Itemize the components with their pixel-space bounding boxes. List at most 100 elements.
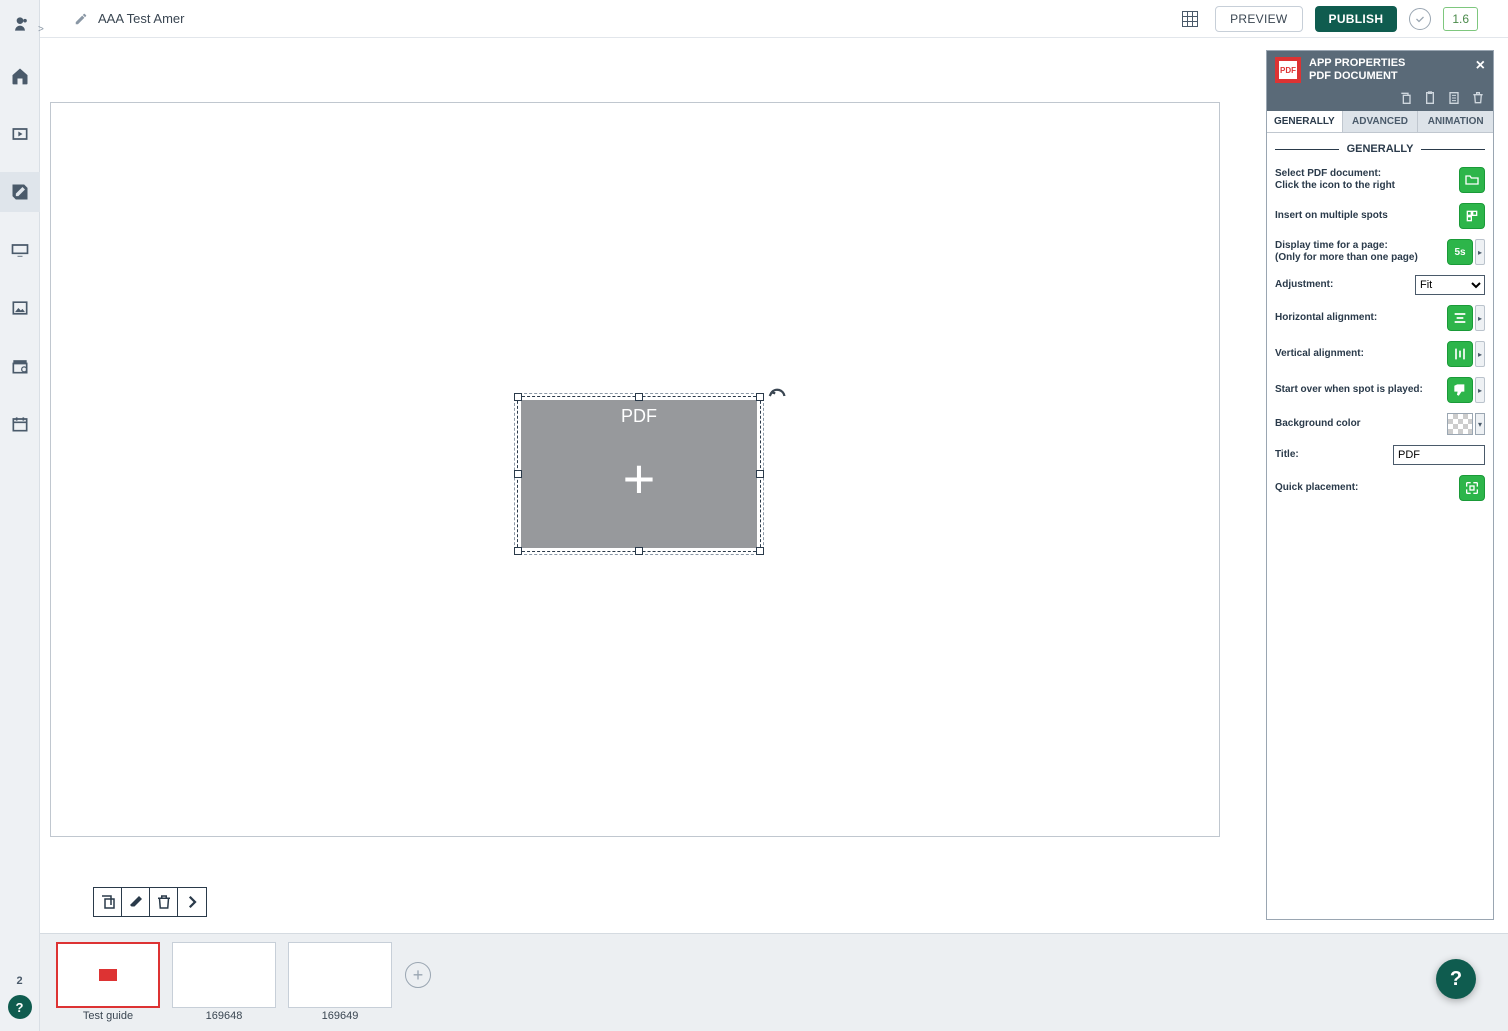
chevron-right-icon bbox=[183, 893, 201, 911]
nav-user-settings[interactable] bbox=[0, 10, 40, 38]
tab-advanced[interactable]: ADVANCED bbox=[1343, 111, 1419, 132]
nav-calendar[interactable] bbox=[0, 404, 40, 444]
clipboard-button[interactable] bbox=[1445, 89, 1463, 107]
properties-title: APP PROPERTIES bbox=[1309, 57, 1405, 70]
resize-handle-bl[interactable] bbox=[514, 547, 522, 555]
display-time-button[interactable]: 5s bbox=[1447, 239, 1473, 265]
nav-screens[interactable] bbox=[0, 230, 40, 270]
nav-images[interactable] bbox=[0, 288, 40, 328]
section-title: GENERALLY bbox=[1275, 143, 1485, 155]
align-center-h-icon bbox=[1452, 310, 1468, 326]
plus-circle-icon: + bbox=[405, 962, 431, 988]
display-time-dropdown[interactable]: ▸ bbox=[1475, 239, 1485, 265]
start-over-toggle[interactable] bbox=[1447, 377, 1473, 403]
h-align-dropdown[interactable]: ▸ bbox=[1475, 305, 1485, 331]
spots-strip: Test guide 169648 169649 + bbox=[40, 933, 1508, 1031]
title-input[interactable] bbox=[1393, 445, 1485, 465]
resize-handle-tr[interactable] bbox=[756, 393, 764, 401]
paste-icon bbox=[1422, 90, 1438, 106]
trash-small-button[interactable] bbox=[1469, 89, 1487, 107]
start-over-dropdown[interactable]: ▸ bbox=[1475, 377, 1485, 403]
copy-button[interactable] bbox=[1397, 89, 1415, 107]
bg-color-swatch[interactable] bbox=[1447, 413, 1473, 435]
trash-icon bbox=[155, 893, 173, 911]
grid-icon bbox=[1180, 9, 1200, 29]
properties-iconbar bbox=[1267, 87, 1493, 111]
nav-home[interactable] bbox=[0, 56, 40, 96]
properties-panel: PDF APP PROPERTIES PDF DOCUMENT × GENERA… bbox=[1266, 50, 1494, 920]
pdf-element-label: PDF bbox=[621, 406, 657, 427]
topbar: AAA Test Amer PREVIEW PUBLISH 1.6 bbox=[40, 0, 1508, 38]
publish-button[interactable]: PUBLISH bbox=[1315, 6, 1398, 32]
tab-animation[interactable]: ANIMATION bbox=[1418, 111, 1493, 132]
spot-label: 169648 bbox=[206, 1010, 243, 1022]
version-indicator[interactable]: 1.6 bbox=[1443, 7, 1478, 31]
nav-editor[interactable] bbox=[0, 172, 40, 212]
pencil-icon bbox=[74, 12, 88, 26]
quick-placement-button[interactable] bbox=[1459, 475, 1485, 501]
h-align-button[interactable] bbox=[1447, 305, 1473, 331]
duplicate-icon bbox=[99, 893, 117, 911]
select-pdf-button[interactable] bbox=[1459, 167, 1485, 193]
h-align-label: Horizontal alignment: bbox=[1275, 312, 1441, 324]
fullscreen-icon bbox=[1464, 480, 1480, 496]
v-align-button[interactable] bbox=[1447, 341, 1473, 367]
canvas[interactable]: PDF + bbox=[50, 102, 1220, 837]
sidebar-help-button[interactable]: ? bbox=[8, 995, 32, 1019]
main-area: AAA Test Amer PREVIEW PUBLISH 1.6 bbox=[40, 0, 1508, 1031]
bg-color-label: Background color bbox=[1275, 418, 1441, 430]
tab-generally[interactable]: GENERALLY bbox=[1267, 111, 1343, 132]
spot-thumbnail-2[interactable]: 169648 bbox=[172, 942, 276, 1022]
sidebar-badge: 2 bbox=[16, 975, 22, 987]
rotate-icon bbox=[767, 385, 789, 407]
spot-thumbnail-3[interactable]: 169649 bbox=[288, 942, 392, 1022]
pdf-element[interactable]: PDF + bbox=[521, 400, 757, 548]
approve-button[interactable] bbox=[1409, 8, 1431, 30]
v-align-label: Vertical alignment: bbox=[1275, 348, 1441, 360]
align-center-v-icon bbox=[1452, 346, 1468, 362]
resize-handle-mr[interactable] bbox=[756, 470, 764, 478]
trash-small-icon bbox=[1470, 90, 1486, 106]
help-fab-button[interactable]: ? bbox=[1436, 959, 1476, 999]
tab-advanced-label: ADVANCED bbox=[1352, 116, 1408, 127]
bg-color-dropdown[interactable]: ▾ bbox=[1475, 413, 1485, 435]
display-time-value: 5s bbox=[1454, 247, 1465, 258]
resize-handle-bm[interactable] bbox=[635, 547, 643, 555]
canvas-mini-toolbar bbox=[93, 887, 207, 917]
rotate-handle[interactable] bbox=[767, 385, 789, 407]
pdf-app-icon: PDF bbox=[1275, 57, 1301, 83]
title-label: Title: bbox=[1275, 449, 1387, 461]
adjustment-label: Adjustment: bbox=[1275, 279, 1409, 291]
adjustment-select[interactable]: Fit bbox=[1415, 275, 1485, 295]
erase-button[interactable] bbox=[122, 888, 150, 916]
multi-spots-icon bbox=[1464, 208, 1480, 224]
grid-toggle-button[interactable] bbox=[1177, 6, 1203, 32]
insert-multi-button[interactable] bbox=[1459, 203, 1485, 229]
sidebar-left: > 2 ? bbox=[0, 0, 40, 1031]
folder-open-icon bbox=[1464, 172, 1480, 188]
paste-button[interactable] bbox=[1421, 89, 1439, 107]
display-time-label: Display time for a page: (Only for more … bbox=[1275, 240, 1441, 264]
properties-header: PDF APP PROPERTIES PDF DOCUMENT × bbox=[1267, 51, 1493, 87]
section-title-label: GENERALLY bbox=[1347, 143, 1414, 155]
check-icon bbox=[1414, 13, 1426, 25]
properties-body: GENERALLY Select PDF document: Click the… bbox=[1267, 133, 1493, 919]
nav-media[interactable] bbox=[0, 114, 40, 154]
resize-handle-br[interactable] bbox=[756, 547, 764, 555]
quick-placement-label: Quick placement: bbox=[1275, 482, 1453, 494]
close-button[interactable]: × bbox=[1476, 57, 1485, 75]
delete-button[interactable] bbox=[150, 888, 178, 916]
copy-icon bbox=[1398, 90, 1414, 106]
doc-title-wrap[interactable]: AAA Test Amer bbox=[74, 11, 184, 26]
duplicate-button[interactable] bbox=[94, 888, 122, 916]
preview-button[interactable]: PREVIEW bbox=[1215, 6, 1302, 32]
nav-schedule[interactable] bbox=[0, 346, 40, 386]
start-over-label: Start over when spot is played: bbox=[1275, 384, 1441, 396]
spot-label: Test guide bbox=[83, 1010, 133, 1022]
properties-subtitle: PDF DOCUMENT bbox=[1309, 70, 1405, 83]
v-align-dropdown[interactable]: ▸ bbox=[1475, 341, 1485, 367]
spot-thumbnail-1[interactable]: Test guide bbox=[56, 942, 160, 1022]
add-spot-button[interactable]: + bbox=[404, 942, 432, 1008]
next-button[interactable] bbox=[178, 888, 206, 916]
publish-label: PUBLISH bbox=[1329, 12, 1384, 26]
